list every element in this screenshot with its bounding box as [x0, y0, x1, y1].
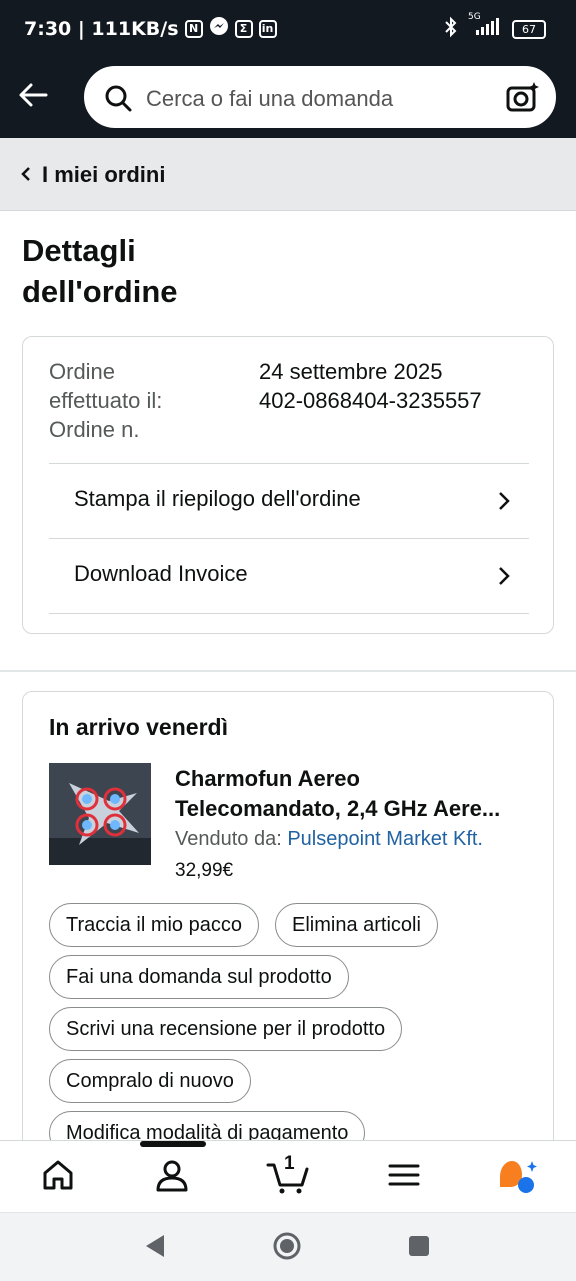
system-back-button[interactable] — [140, 1231, 170, 1261]
messenger-icon — [209, 16, 229, 41]
search-bar[interactable] — [84, 66, 556, 128]
status-bar: 7:30 | 111KB/s N Σ in 5G 67 — [0, 0, 576, 56]
menu-icon — [388, 1164, 420, 1186]
home-icon — [43, 1160, 73, 1190]
arrow-left-icon — [19, 83, 48, 107]
rufus-assistant-icon — [500, 1161, 537, 1193]
seller-info: Venduto da: Pulsepoint Market Kft. — [175, 828, 483, 851]
system-nav-bar — [0, 1212, 576, 1281]
page-title: Dettagli dell'ordine — [22, 230, 322, 312]
print-summary-label: Stampa il riepilogo dell'ordine — [74, 486, 361, 511]
linkedin-icon: in — [258, 19, 277, 38]
order-date-label-line1: Ordine — [49, 359, 116, 384]
drone-plane-image — [49, 763, 151, 865]
order-number-label: Ordine n. — [49, 417, 140, 442]
back-button[interactable] — [14, 76, 52, 114]
nav-home[interactable] — [38, 1155, 78, 1195]
signal-icon: 5G — [468, 12, 502, 40]
order-labels: Ordine effettuato il: Ordine n. — [49, 357, 249, 444]
shipment-title: In arrivo venerdì — [49, 714, 228, 740]
download-invoice-label: Download Invoice — [74, 561, 248, 586]
chevron-right-icon — [499, 492, 510, 510]
active-tab-indicator — [140, 1141, 206, 1147]
triangle-back-icon — [146, 1235, 164, 1257]
bluetooth-icon — [444, 16, 458, 42]
nav-menu[interactable] — [384, 1155, 424, 1195]
bottom-nav: 1 — [0, 1140, 576, 1213]
square-recents-icon — [409, 1236, 429, 1256]
status-left: 7:30 | 111KB/s N Σ in — [24, 16, 277, 41]
order-summary-card: Ordine effettuato il: Ordine n. 24 sette… — [22, 336, 554, 634]
system-home-button[interactable] — [272, 1231, 302, 1261]
product-name-line1: Charmofun Aereo — [175, 766, 360, 791]
order-values: 24 settembre 2025 402-0868404-3235557 — [259, 357, 482, 415]
chevron-right-icon — [499, 567, 510, 585]
section-divider — [0, 670, 576, 672]
breadcrumb[interactable]: I miei ordini — [0, 138, 576, 211]
user-icon — [156, 1160, 188, 1192]
search-icon — [105, 85, 132, 112]
page-title-line2: dell'ordine — [22, 274, 178, 309]
track-package-button[interactable]: Traccia il mio pacco — [49, 903, 259, 947]
write-review-button[interactable]: Scrivi una recensione per il prodotto — [49, 1007, 403, 1051]
product-image[interactable] — [49, 763, 151, 865]
system-recents-button[interactable] — [404, 1231, 434, 1261]
chevron-left-icon — [21, 167, 30, 181]
order-date-label-line2: effettuato il: — [49, 388, 163, 413]
circle-home-icon — [273, 1232, 301, 1260]
delete-items-button[interactable]: Elimina articoli — [275, 903, 438, 947]
card-divider — [49, 613, 529, 614]
product-price: 32,99€ — [175, 860, 234, 881]
breadcrumb-label[interactable]: I miei ordini — [42, 162, 165, 188]
camera-search-icon[interactable] — [506, 80, 540, 114]
status-time: 7:30 | 111KB/s — [24, 17, 179, 40]
nav-account[interactable] — [152, 1155, 192, 1195]
order-number-value: 402-0868404-3235557 — [259, 388, 482, 413]
order-date-value: 24 settembre 2025 — [259, 359, 443, 384]
product-name-line2: Telecomandato, 2,4 GHz Aere... — [175, 796, 501, 821]
network-type: 5G — [468, 12, 481, 22]
product-name[interactable]: Charmofun Aereo Telecomandato, 2,4 GHz A… — [175, 764, 535, 824]
seller-prefix: Venduto da: — [175, 828, 282, 850]
ask-question-button[interactable]: Fai una domanda sul prodotto — [49, 955, 349, 999]
nfc-icon: N — [184, 19, 203, 38]
app-header — [0, 56, 576, 138]
page-title-line1: Dettagli — [22, 233, 136, 268]
buy-again-button[interactable]: Compralo di nuovo — [49, 1059, 251, 1103]
download-invoice-row[interactable]: Download Invoice — [49, 538, 529, 613]
search-input[interactable] — [144, 80, 488, 118]
shipment-card: In arrivo venerdì Charmofun Aereo Teleco… — [22, 691, 554, 1211]
print-summary-row[interactable]: Stampa il riepilogo dell'ordine — [49, 463, 529, 538]
status-right: 5G 67 — [444, 12, 546, 42]
cart-count: 1 — [284, 1153, 295, 1174]
nav-rufus[interactable] — [496, 1155, 537, 1195]
battery-icon: 67 — [512, 19, 546, 39]
sigma-icon: Σ — [234, 19, 253, 38]
seller-link[interactable]: Pulsepoint Market Kft. — [287, 828, 483, 850]
